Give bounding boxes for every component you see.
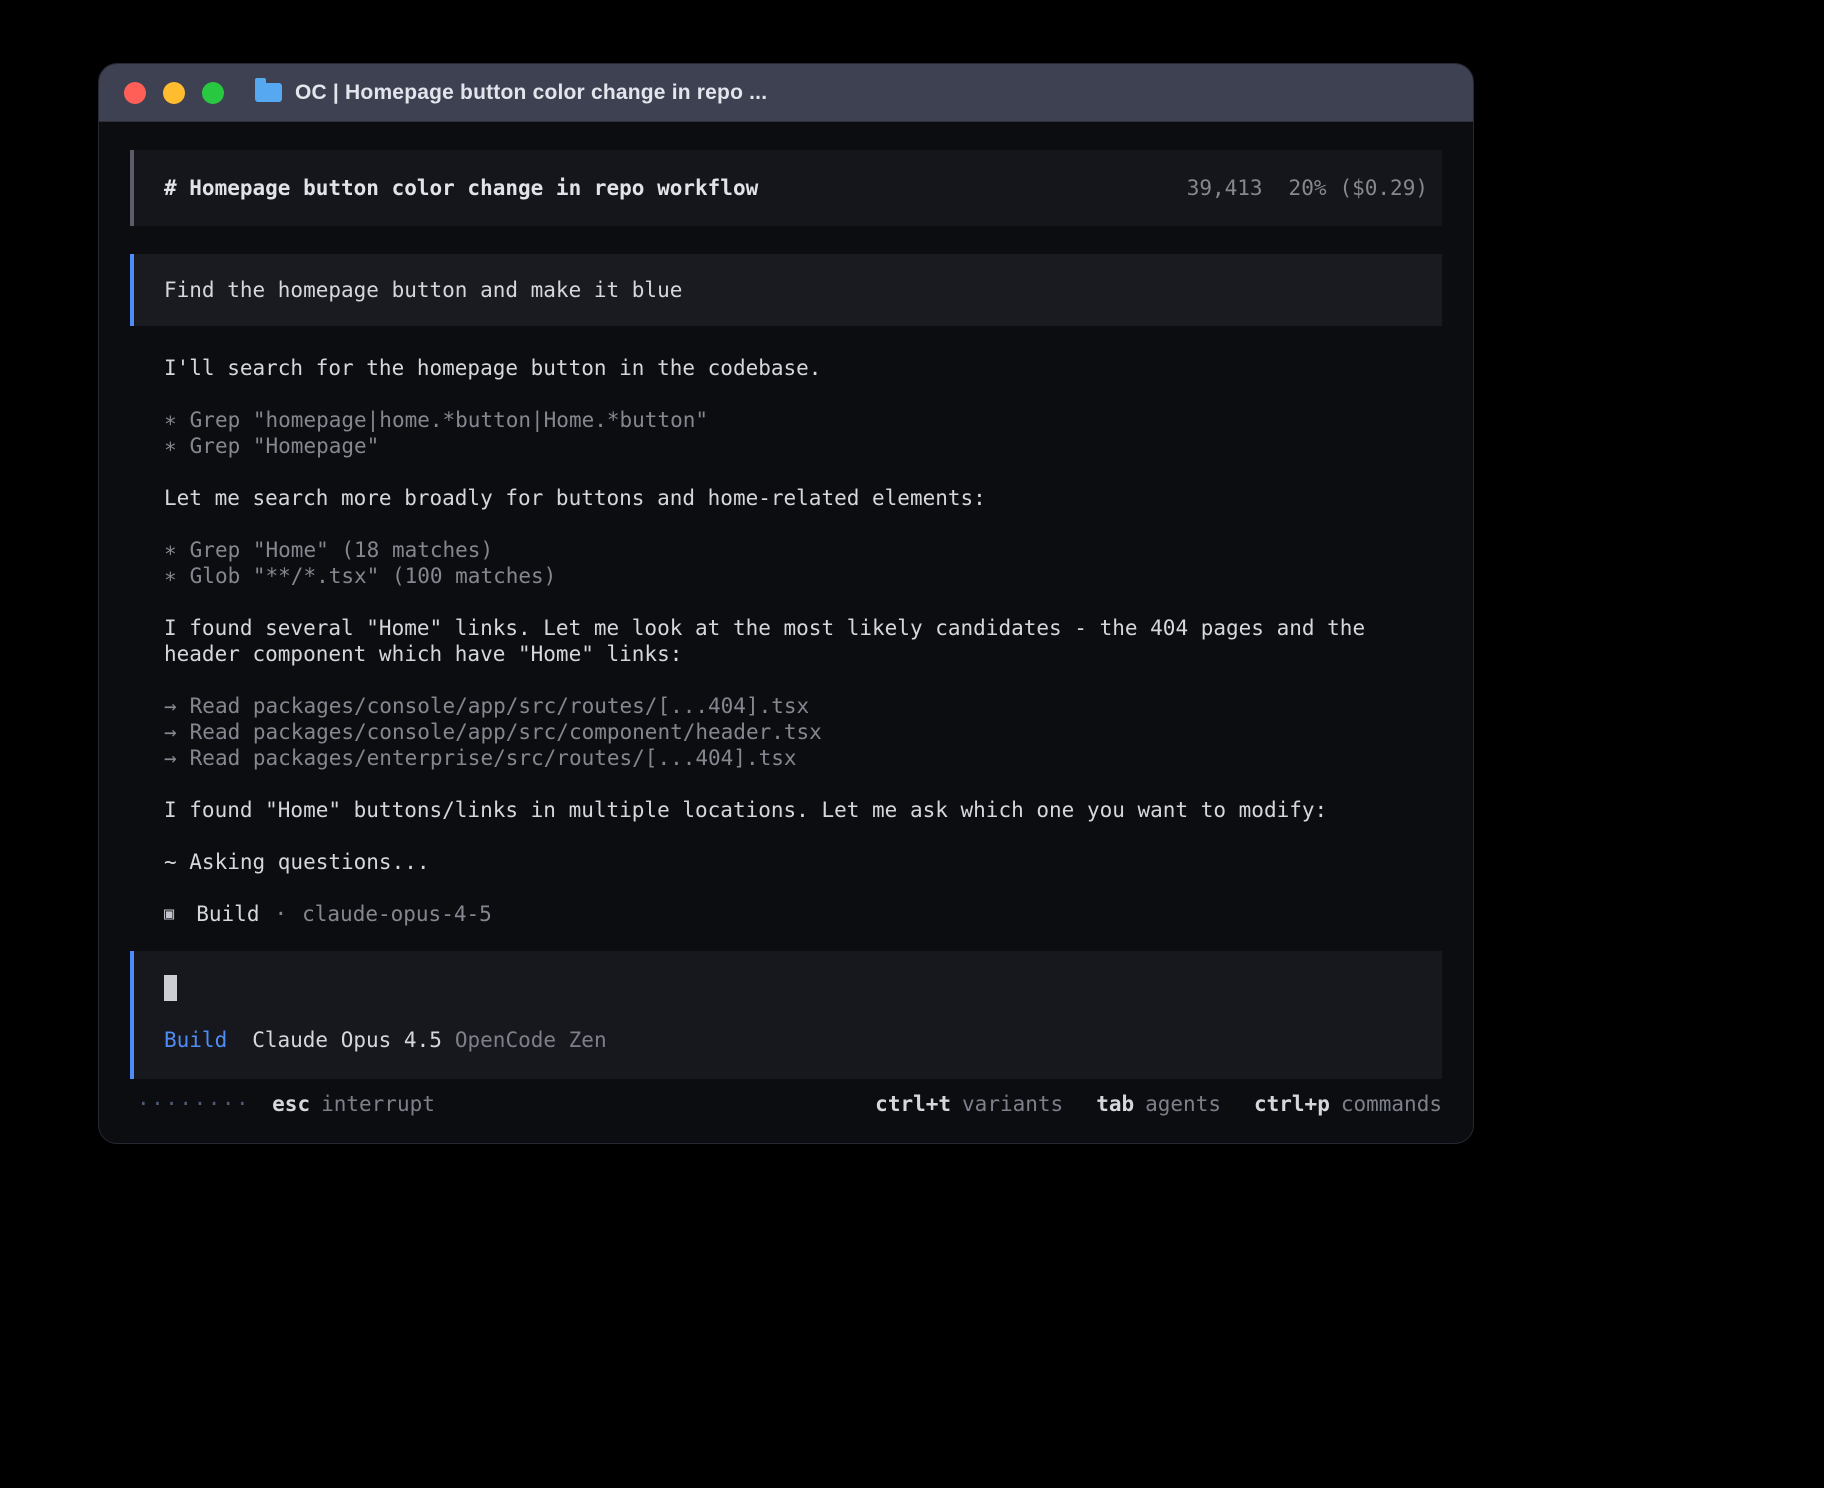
shortcut-key: ctrl+t	[875, 1091, 951, 1117]
session-cost: ($0.29)	[1339, 175, 1428, 201]
shortcut-label: variants	[962, 1091, 1063, 1117]
tool-call-text: Grep "Homepage"	[190, 433, 380, 459]
tool-call-text: Grep "homepage|home.*button|Home.*button…	[190, 407, 708, 433]
prompt-input[interactable]: Build Claude Opus 4.5 OpenCode Zen	[130, 951, 1442, 1079]
shortcut-key: tab	[1096, 1091, 1134, 1117]
terminal-window: OC | Homepage button color change in rep…	[99, 64, 1473, 1143]
footer-left: ········ esc interrupt	[137, 1091, 435, 1117]
shortcut-variants: ctrl+t variants	[875, 1091, 1063, 1117]
context-percent: 20%	[1289, 175, 1327, 201]
mode-label[interactable]: Build	[164, 1027, 227, 1053]
read-arrow-icon: →	[164, 719, 177, 745]
provider-label: OpenCode Zen	[455, 1027, 607, 1053]
shortcut-label: interrupt	[321, 1091, 435, 1117]
read-arrow-icon: →	[164, 693, 177, 719]
tool-call: ∗ Grep "Homepage"	[164, 433, 1442, 459]
tool-call-text: Glob "**/*.tsx" (100 matches)	[190, 563, 557, 589]
tool-call: → Read packages/enterprise/src/routes/[.…	[164, 745, 1442, 771]
read-arrow-icon: →	[164, 745, 177, 771]
assistant-text: I found "Home" buttons/links in multiple…	[130, 797, 1442, 823]
assistant-text: I found several "Home" links. Let me loo…	[130, 615, 1442, 667]
tool-call-group: ∗ Grep "homepage|home.*button|Home.*butt…	[130, 407, 1442, 459]
tool-marker-icon: ∗	[164, 537, 177, 563]
agent-icon: ▣	[164, 901, 174, 927]
tool-call-text: Read packages/enterprise/src/routes/[...…	[190, 745, 797, 771]
user-message: Find the homepage button and make it blu…	[130, 254, 1442, 326]
user-message-text: Find the homepage button and make it blu…	[164, 278, 682, 302]
tool-call: → Read packages/console/app/src/routes/[…	[164, 693, 1442, 719]
shortcut-key: esc	[272, 1091, 310, 1117]
tool-call: ∗ Grep "homepage|home.*button|Home.*butt…	[164, 407, 1442, 433]
assistant-text: Let me search more broadly for buttons a…	[130, 485, 1442, 511]
shortcut-key: ctrl+p	[1254, 1091, 1330, 1117]
folder-icon	[255, 83, 282, 102]
shortcut-interrupt: esc interrupt	[272, 1091, 435, 1117]
assistant-text: I'll search for the homepage button in t…	[130, 355, 1442, 381]
tool-call-text: Read packages/console/app/src/component/…	[190, 719, 822, 745]
input-status-bar: Build Claude Opus 4.5 OpenCode Zen	[164, 1027, 1412, 1053]
text-cursor	[164, 975, 177, 1001]
tool-marker-icon: ∗	[164, 407, 177, 433]
zoom-button[interactable]	[202, 82, 224, 104]
session-header: # Homepage button color change in repo w…	[130, 150, 1442, 226]
session-title: # Homepage button color change in repo w…	[164, 175, 758, 201]
tool-call: → Read packages/console/app/src/componen…	[164, 719, 1442, 745]
tool-call: ∗ Grep "Home" (18 matches)	[164, 537, 1442, 563]
session-stats: 39,413 20% ($0.29)	[1187, 175, 1428, 201]
footer-right: ctrl+t variants tab agents ctrl+p comman…	[875, 1091, 1442, 1117]
window-title: OC | Homepage button color change in rep…	[295, 81, 767, 105]
tool-call-group: ∗ Grep "Home" (18 matches) ∗ Glob "**/*.…	[130, 537, 1442, 589]
window-titlebar[interactable]: OC | Homepage button color change in rep…	[99, 64, 1473, 122]
tool-call: ∗ Glob "**/*.tsx" (100 matches)	[164, 563, 1442, 589]
shortcut-agents: tab agents	[1096, 1091, 1221, 1117]
status-text: ~ Asking questions...	[130, 849, 1442, 875]
model-label[interactable]: Claude Opus 4.5	[252, 1027, 442, 1053]
window-controls	[124, 82, 224, 104]
shortcut-label: agents	[1145, 1091, 1221, 1117]
shortcut-commands: ctrl+p commands	[1254, 1091, 1442, 1117]
terminal-content: # Homepage button color change in repo w…	[99, 122, 1473, 1143]
tool-call-text: Grep "Home" (18 matches)	[190, 537, 493, 563]
token-count: 39,413	[1187, 175, 1263, 201]
separator-dot: ·	[274, 901, 287, 927]
agent-model: claude-opus-4-5	[302, 901, 492, 927]
tool-call-group: → Read packages/console/app/src/routes/[…	[130, 693, 1442, 771]
shortcut-label: commands	[1341, 1091, 1442, 1117]
tool-marker-icon: ∗	[164, 563, 177, 589]
agent-name: Build	[196, 901, 259, 927]
tool-call-text: Read packages/console/app/src/routes/[..…	[190, 693, 810, 719]
spinner-dots-icon: ········	[137, 1091, 250, 1117]
agent-status-row: ▣ Build · claude-opus-4-5	[130, 901, 1442, 927]
tool-marker-icon: ∗	[164, 433, 177, 459]
close-button[interactable]	[124, 82, 146, 104]
status-footer: ········ esc interrupt ctrl+t variants t…	[130, 1091, 1442, 1117]
minimize-button[interactable]	[163, 82, 185, 104]
